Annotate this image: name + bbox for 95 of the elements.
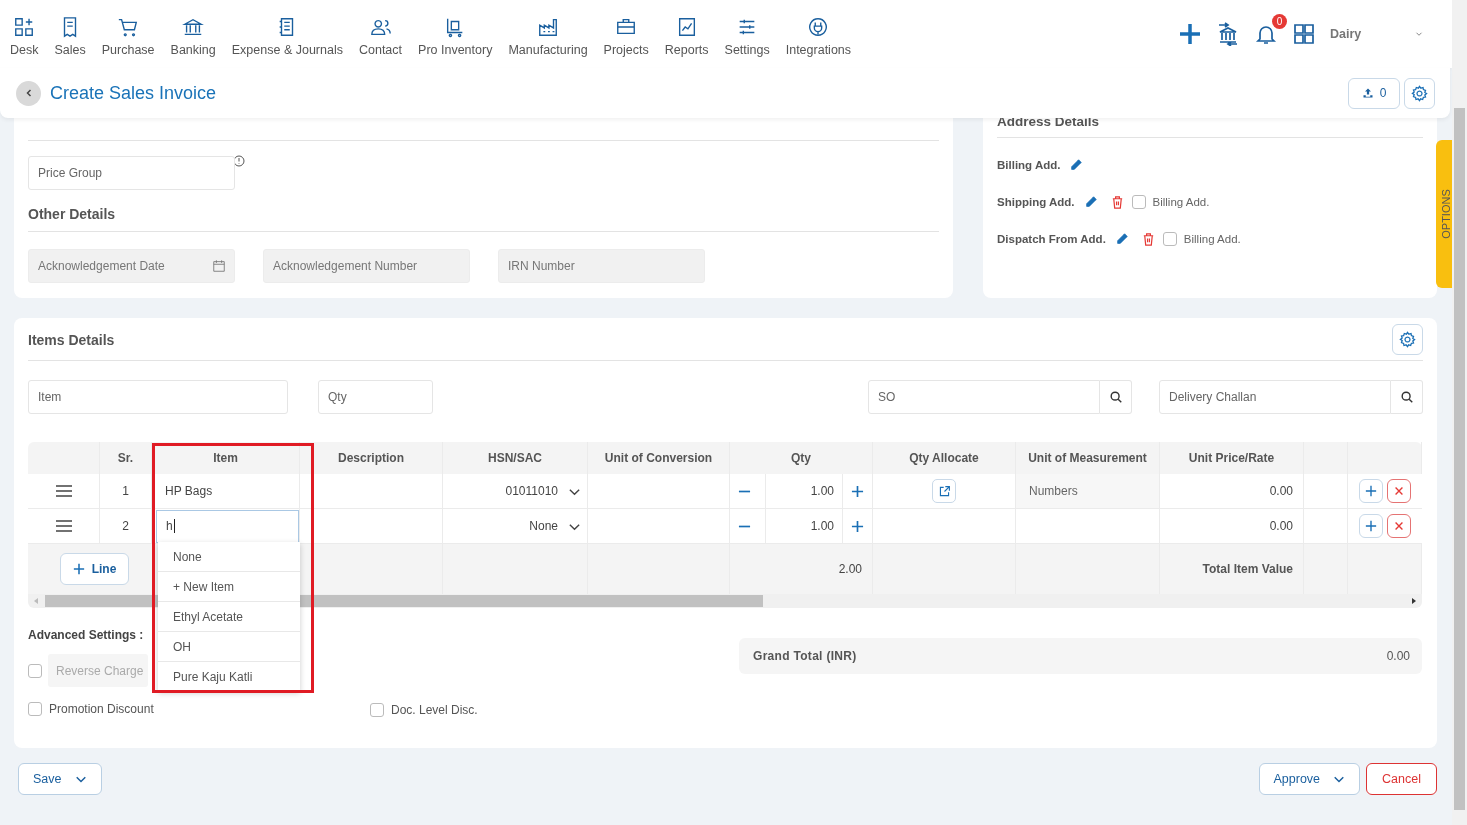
search-icon bbox=[1108, 390, 1123, 404]
add-line-button[interactable]: Line bbox=[60, 553, 129, 585]
plus-icon[interactable] bbox=[851, 484, 864, 498]
search-button[interactable] bbox=[1391, 380, 1423, 414]
info-icon[interactable] bbox=[233, 155, 245, 167]
nav-item[interactable]: Contact bbox=[351, 15, 410, 57]
calendar-icon[interactable] bbox=[212, 259, 226, 273]
add-row-button[interactable] bbox=[1359, 514, 1383, 538]
grid-icon bbox=[13, 15, 36, 38]
close-icon bbox=[1393, 485, 1405, 497]
delete-row-button[interactable] bbox=[1387, 479, 1411, 503]
plus-icon bbox=[72, 563, 85, 575]
hsn-select[interactable]: None bbox=[529, 519, 587, 533]
dropdown-option[interactable]: + New Item bbox=[158, 572, 300, 602]
address-label: Dispatch From Add. bbox=[997, 233, 1106, 245]
dropdown-option[interactable]: None bbox=[158, 542, 300, 572]
apps-icon[interactable] bbox=[1292, 22, 1316, 46]
drag-handle-icon[interactable] bbox=[55, 520, 72, 532]
page-title: Create Sales Invoice bbox=[50, 82, 217, 104]
search-icon bbox=[1399, 390, 1414, 404]
external-link-icon bbox=[937, 484, 951, 498]
upload-button[interactable]: 0 bbox=[1348, 77, 1400, 109]
grand-total-label: Grand Total (INR) bbox=[753, 649, 857, 663]
plus-icon bbox=[1365, 520, 1377, 532]
dropdown-option[interactable]: OH bbox=[158, 632, 300, 662]
table-cell-text: Numbers bbox=[1028, 484, 1078, 498]
qty-total: 2.00 bbox=[838, 562, 863, 576]
add-icon[interactable] bbox=[1178, 22, 1202, 46]
pencil-icon[interactable] bbox=[1083, 195, 1098, 209]
checkbox-label: Billing Add. bbox=[1152, 196, 1210, 208]
checkbox-label: Doc. Level Disc. bbox=[391, 703, 478, 717]
checkbox[interactable] bbox=[28, 702, 42, 716]
settings-icon bbox=[1399, 331, 1416, 348]
checkbox[interactable] bbox=[1131, 195, 1146, 209]
nav-item[interactable]: Pro Inventory bbox=[411, 15, 500, 57]
section-title: Items Details bbox=[28, 331, 115, 348]
plus-icon bbox=[1365, 485, 1377, 497]
table-cell: 2 bbox=[122, 519, 129, 533]
checkbox-label: Billing Add. bbox=[1183, 233, 1241, 245]
notification-badge: 0 bbox=[1272, 14, 1287, 29]
table-cell-text: HP Bags bbox=[164, 484, 213, 498]
add-row-button[interactable] bbox=[1359, 479, 1383, 503]
nav-item[interactable]: Projects bbox=[596, 15, 656, 57]
nav-item[interactable]: Manufacturing bbox=[501, 15, 595, 57]
cancel-button[interactable]: Cancel bbox=[1366, 763, 1437, 795]
section-title: Other Details bbox=[28, 206, 939, 232]
nav-item[interactable]: Reports bbox=[657, 15, 716, 57]
address-label: Shipping Add. bbox=[997, 196, 1075, 208]
total-label: Total Item Value bbox=[1202, 562, 1294, 576]
table-cell-text: 0.00 bbox=[1269, 484, 1294, 498]
address-label: Billing Add. bbox=[997, 159, 1061, 171]
company-selector[interactable]: Dairy bbox=[1330, 27, 1400, 41]
search-field[interactable]: SO bbox=[868, 380, 1100, 414]
upload-icon bbox=[1361, 87, 1374, 99]
input-field[interactable]: Item bbox=[28, 380, 288, 414]
drag-handle-icon[interactable] bbox=[55, 485, 72, 497]
table-cell: 1 bbox=[122, 484, 129, 498]
checkbox[interactable] bbox=[370, 703, 384, 717]
nav-item[interactable]: Purchase bbox=[94, 15, 162, 57]
approve-button[interactable]: Approve bbox=[1258, 763, 1361, 795]
nav-item[interactable]: Integrations bbox=[778, 15, 859, 57]
input-field[interactable]: Qty bbox=[318, 380, 433, 414]
pencil-icon[interactable] bbox=[1114, 232, 1129, 246]
save-button[interactable]: Save bbox=[18, 763, 102, 795]
dropdown-option[interactable]: Ethyl Acetate bbox=[158, 602, 300, 632]
table-cell: 1.00 bbox=[765, 474, 843, 508]
nav-item[interactable]: Expense & Journals bbox=[224, 15, 350, 57]
settings-icon bbox=[1411, 84, 1428, 102]
hsn-select[interactable]: 01011010 bbox=[505, 484, 587, 498]
nav-item[interactable]: Sales bbox=[47, 15, 93, 57]
table-cell-text: 0.00 bbox=[1269, 519, 1294, 533]
nav-item[interactable]: Desk bbox=[3, 15, 46, 57]
table-cell: 1.00 bbox=[765, 509, 843, 543]
settings-button[interactable] bbox=[1392, 324, 1423, 355]
search-field[interactable]: Delivery Challan bbox=[1159, 380, 1391, 414]
vertical-scrollbar[interactable] bbox=[1452, 0, 1467, 825]
plus-icon[interactable] bbox=[851, 519, 864, 533]
pencil-icon[interactable] bbox=[1069, 158, 1084, 172]
checkbox-label: Promotion Discount bbox=[49, 702, 154, 716]
plug-icon bbox=[807, 15, 830, 38]
close-icon bbox=[1393, 520, 1405, 532]
section-title: Advanced Settings : bbox=[28, 628, 145, 642]
grand-total-value: 0.00 bbox=[1386, 649, 1410, 663]
checkbox[interactable] bbox=[28, 663, 42, 678]
nav-item[interactable]: Settings bbox=[717, 15, 777, 57]
price-group-field[interactable]: Price Group bbox=[28, 156, 235, 190]
dropdown-option[interactable]: Pure Kaju Katli bbox=[158, 662, 300, 691]
nav-item[interactable]: Banking bbox=[163, 15, 223, 57]
item-input[interactable]: h bbox=[156, 509, 299, 543]
settings-button[interactable] bbox=[1404, 77, 1435, 109]
allocate-button[interactable] bbox=[932, 479, 956, 503]
bank-icon[interactable] bbox=[1216, 22, 1240, 46]
search-button[interactable] bbox=[1100, 380, 1132, 414]
checkbox[interactable] bbox=[1162, 232, 1177, 246]
delete-row-button[interactable] bbox=[1387, 514, 1411, 538]
